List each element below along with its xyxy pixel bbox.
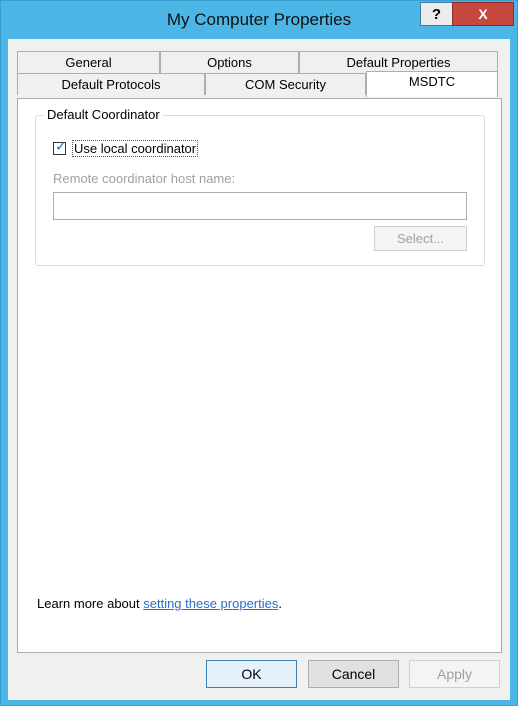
use-local-coordinator-checkbox[interactable]: ✓ [53, 138, 67, 155]
checkmark-icon: ✓ [55, 138, 67, 154]
properties-window: My Computer Properties ? X General Optio… [0, 0, 518, 706]
help-button[interactable]: ? [420, 2, 453, 26]
apply-button[interactable]: Apply [409, 660, 500, 688]
tab-com-security[interactable]: COM Security [205, 73, 366, 95]
tab-default-protocols[interactable]: Default Protocols [17, 73, 205, 95]
use-local-coordinator-label[interactable]: Use local coordinator [72, 140, 199, 157]
tab-default-properties[interactable]: Default Properties [299, 51, 498, 73]
ok-button[interactable]: OK [206, 660, 297, 688]
tab-msdtc[interactable]: MSDTC [366, 71, 498, 97]
help-icon: ? [431, 5, 442, 23]
select-button[interactable]: Select... [374, 226, 467, 251]
close-button[interactable]: X [452, 2, 514, 26]
learn-more-suffix: . [278, 596, 282, 611]
learn-more-link[interactable]: setting these properties [143, 596, 278, 611]
dialog-client-area: General Options Default Properties Defau… [8, 39, 510, 700]
tab-options[interactable]: Options [160, 51, 299, 73]
learn-more-text: Learn more about setting these propertie… [37, 596, 282, 611]
title-bar[interactable]: My Computer Properties ? X [1, 1, 517, 39]
learn-more-prefix: Learn more about [37, 596, 144, 611]
msdtc-panel: Default Coordinator ✓ Use local coordina… [17, 98, 502, 653]
cancel-button[interactable]: Cancel [308, 660, 399, 688]
use-local-coordinator-option[interactable]: ✓ Use local coordinator [53, 138, 199, 157]
close-icon: X [478, 6, 488, 22]
tab-general[interactable]: General [17, 51, 160, 73]
remote-host-input[interactable] [53, 192, 467, 220]
remote-host-label: Remote coordinator host name: [53, 171, 236, 186]
group-label: Default Coordinator [44, 107, 163, 122]
default-coordinator-group: Default Coordinator ✓ Use local coordina… [35, 107, 485, 266]
